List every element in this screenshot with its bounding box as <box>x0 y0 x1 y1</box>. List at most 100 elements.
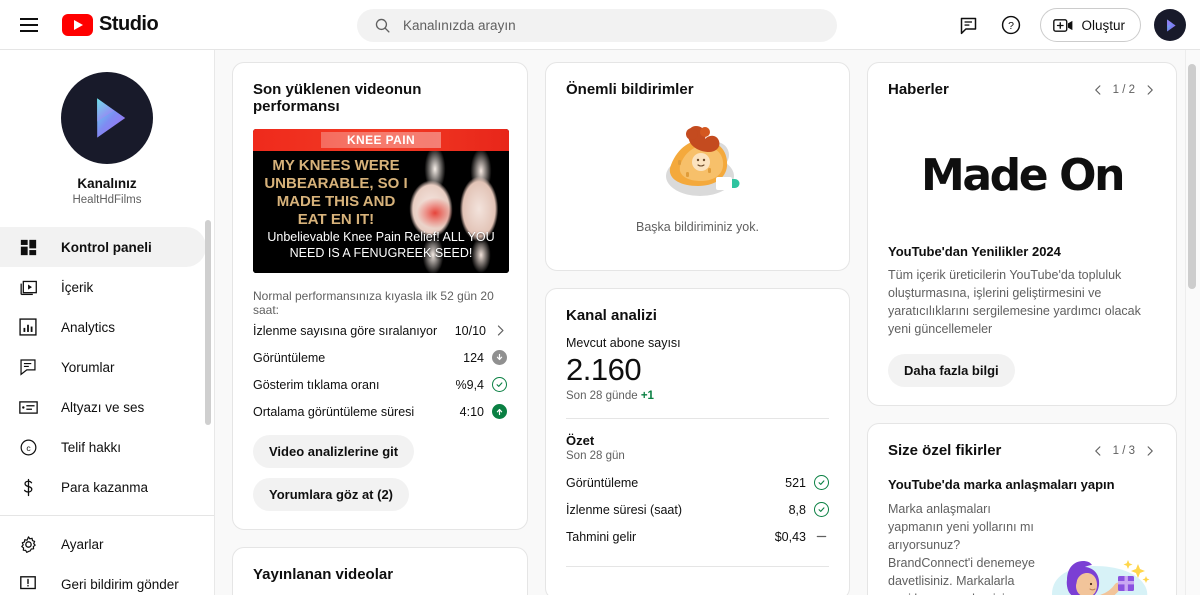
sidebar-item-settings[interactable]: Ayarlar <box>0 524 206 564</box>
ideas-headline: YouTube'da marka anlaşmaları yapın <box>888 477 1115 492</box>
cat-in-bowl-illustration <box>650 122 746 204</box>
comments-icon <box>17 356 39 378</box>
sidebar-item-dashboard[interactable]: Kontrol paneli <box>0 227 206 267</box>
divider <box>566 566 829 567</box>
feedback-icon[interactable] <box>950 7 986 43</box>
search-input[interactable] <box>403 18 820 33</box>
create-button[interactable]: Oluştur <box>1040 8 1141 42</box>
summary-title: Özet <box>566 433 595 448</box>
dashboard-icon <box>17 236 39 258</box>
brand-label: Studio <box>99 13 159 35</box>
card-title: Haberler <box>888 81 949 98</box>
review-comments-button[interactable]: Yorumlara göz at (2) <box>253 478 410 511</box>
sidebar-item-copyright[interactable]: c Telif hakkı <box>0 427 206 467</box>
sidebar-item-label: Telif hakkı <box>61 439 122 455</box>
card-title: Önemli bildirimler <box>566 81 694 98</box>
metric-value: 4:10 <box>459 404 484 419</box>
news-more-info-button[interactable]: Daha fazla bilgi <box>888 354 1015 387</box>
news-body: Tüm içerik üreticilerin YouTube'da toplu… <box>888 268 1141 336</box>
sidebar-item-monetization[interactable]: Para kazanma <box>0 467 206 507</box>
sidebar-item-label: Kontrol paneli <box>61 239 152 255</box>
subscribers-delta-prefix: Son 28 günde <box>566 390 638 402</box>
arrow-up-icon <box>492 404 507 419</box>
sidebar-item-label: Yorumlar <box>61 359 115 375</box>
check-icon <box>814 475 829 490</box>
subscribers-count: 2.160 <box>566 352 642 387</box>
sidebar-item-label: İçerik <box>61 279 94 295</box>
subtitles-icon <box>17 396 39 418</box>
studio-logo[interactable]: Studio <box>62 13 159 36</box>
metric-value: 10/10 <box>454 323 486 338</box>
check-icon <box>814 502 829 517</box>
youtube-play-icon <box>62 13 93 36</box>
metric-row[interactable]: İzlenme sayısına göre sıralanıyor 10/10 <box>253 317 507 344</box>
account-avatar[interactable] <box>1154 9 1186 41</box>
published-videos-card: Yayınlanan videolar STOP KNEEPAIN NOW In… <box>232 547 528 595</box>
card-title: Son yüklenen videonun performansı <box>253 81 422 115</box>
news-artwork: Made On <box>888 120 1156 230</box>
news-card-header: Haberler 1 / 2 <box>888 81 1156 98</box>
main-content: Son yüklenen videonun performansı KNEE P… <box>215 50 1200 595</box>
sidebar-item-label: Para kazanma <box>61 479 149 495</box>
news-card: Haberler 1 / 2 Made On YouTube'dan Yenil… <box>867 62 1177 406</box>
ideas-body: Marka anlaşmaları yapmanın yeni yolların… <box>888 502 1035 595</box>
svg-text:?: ? <box>1009 20 1015 32</box>
sidebar-item-send-feedback[interactable]: Geri bildirim gönder <box>0 564 206 595</box>
notifications-empty-state: Başka bildiriminiz yok. <box>566 98 829 252</box>
sidebar-item-analytics[interactable]: Analytics <box>0 307 206 347</box>
metric-value: 124 <box>463 350 484 365</box>
performance-note: Normal performansınıza kıyasla ilk 52 gü… <box>253 289 494 317</box>
notifications-card: Önemli bildirimler Başka bildiriminiz yo… <box>545 62 850 271</box>
metric-value: %9,4 <box>455 377 485 392</box>
sidebar-scrollbar[interactable] <box>205 220 211 425</box>
help-icon[interactable]: ? <box>993 7 1029 43</box>
sidebar-divider <box>0 515 214 516</box>
search-box[interactable] <box>357 9 837 42</box>
divider <box>566 418 829 419</box>
next-arrow-icon[interactable] <box>1144 445 1156 457</box>
next-arrow-icon[interactable] <box>1144 84 1156 96</box>
card-title: Yayınlanan videolar <box>253 566 394 583</box>
video-thumbnail[interactable]: KNEE PAIN MY KNEES WERE UNBEARABLE, SO I… <box>253 129 509 273</box>
ideas-page-indicator: 1 / 3 <box>1112 444 1135 457</box>
hamburger-menu-icon[interactable] <box>9 5 49 45</box>
thumbnail-overlay-title: Unbelievable Knee Pain Relief! ALL YOU N… <box>267 230 495 260</box>
channel-handle: HealtHdFilms <box>72 194 142 206</box>
thumbnail-banner: KNEE PAIN <box>253 129 509 151</box>
sidebar-item-content[interactable]: İçerik <box>0 267 206 307</box>
metric-label: Görüntüleme <box>253 350 326 365</box>
subscribers-delta-value: +1 <box>640 390 654 402</box>
check-icon <box>492 377 507 392</box>
sidebar-nav: Kontrol paneli İçerik Analytics Yorumlar… <box>0 227 214 595</box>
summary-period: Son 28 gün <box>566 450 625 462</box>
summary-row: Görüntüleme 521 <box>566 469 829 496</box>
page-scrollbar-thumb[interactable] <box>1188 64 1196 289</box>
sidebar-item-label: Geri bildirim gönder <box>61 576 179 592</box>
go-to-video-analytics-button[interactable]: Video analizlerine git <box>253 435 415 468</box>
prev-arrow-icon[interactable] <box>1092 84 1104 96</box>
news-pager: 1 / 2 <box>1092 84 1156 96</box>
channel-analytics-card: Kanal analizi Mevcut abone sayısı 2.160 … <box>545 288 850 595</box>
summary-value: $0,43 <box>774 529 806 544</box>
summary-label: Görüntüleme <box>566 475 639 490</box>
news-page-indicator: 1 / 2 <box>1112 83 1135 96</box>
sidebar-item-subtitles[interactable]: Altyazı ve ses <box>0 387 206 427</box>
search-container <box>357 9 837 42</box>
sidebar-item-label: Analytics <box>61 319 116 335</box>
column-right: Haberler 1 / 2 Made On YouTube'dan Yenil… <box>867 62 1177 595</box>
prev-arrow-icon[interactable] <box>1092 445 1104 457</box>
metric-row: Görüntüleme 124 <box>253 344 507 371</box>
channel-block: Kanalınız HealtHdFilms <box>0 50 214 214</box>
channel-avatar[interactable] <box>61 72 153 164</box>
column-left: Son yüklenen videonun performansı KNEE P… <box>232 62 528 595</box>
copyright-icon: c <box>17 436 39 458</box>
news-headline: YouTube'dan Yenilikler 2024 <box>888 244 1061 259</box>
summary-label: İzlenme süresi (saat) <box>566 502 683 517</box>
summary-row: İzlenme süresi (saat) 8,8 <box>566 496 829 523</box>
search-icon <box>375 18 390 33</box>
summary-label: Tahmini gelir <box>566 529 637 544</box>
sidebar-item-comments[interactable]: Yorumlar <box>0 347 206 387</box>
sidebar-item-label: Ayarlar <box>61 536 104 552</box>
news-artwork-text: Made On <box>920 149 1125 201</box>
ideas-content: Marka anlaşmaları yapmanın yeni yolların… <box>888 500 1156 595</box>
